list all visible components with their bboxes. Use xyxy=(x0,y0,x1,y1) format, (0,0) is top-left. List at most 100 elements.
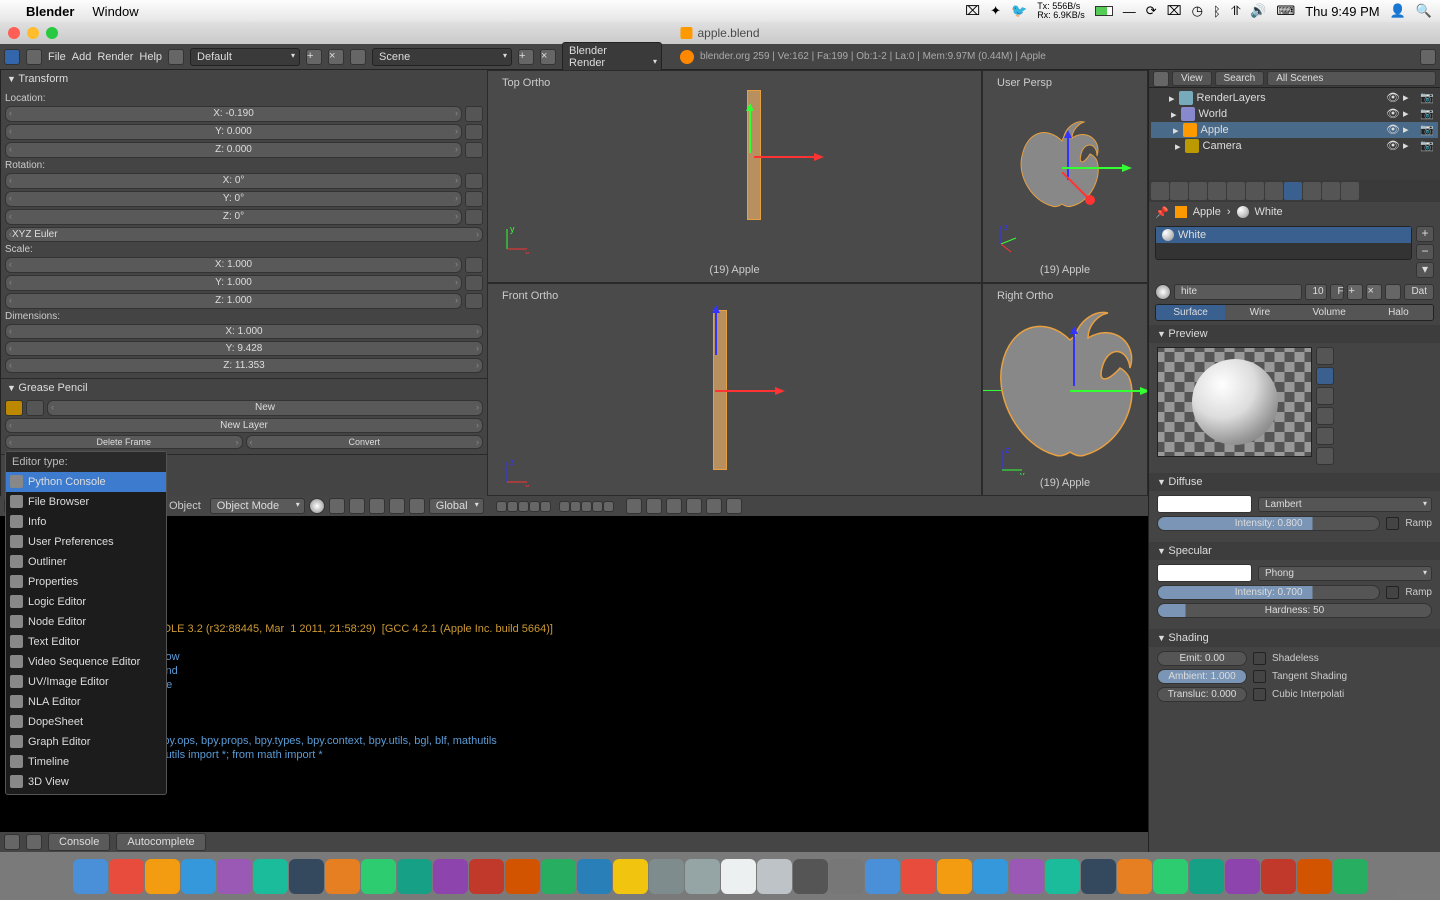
menu-render[interactable]: Render xyxy=(97,51,133,63)
zoom-button[interactable] xyxy=(46,27,58,39)
tangent-checkbox[interactable] xyxy=(1253,670,1266,683)
snap-icon[interactable] xyxy=(646,498,662,514)
dock-app-icon[interactable] xyxy=(649,859,684,894)
snap-type-icon[interactable] xyxy=(666,498,682,514)
fake-user-button[interactable]: F xyxy=(1330,284,1344,300)
menu-object[interactable]: Object xyxy=(164,500,206,512)
battery-icon[interactable] xyxy=(1095,6,1113,16)
outliner-row[interactable]: ▸Camera👁▸📷 xyxy=(1151,138,1438,154)
dim-z[interactable]: Z: 11.353 xyxy=(5,358,483,373)
minimize-button[interactable] xyxy=(27,27,39,39)
editor-type-item[interactable]: Node Editor xyxy=(6,612,166,632)
convert-button[interactable]: Convert xyxy=(246,435,484,449)
dim-y[interactable]: Y: 9.428 xyxy=(5,341,483,356)
dock-app-icon[interactable] xyxy=(253,859,288,894)
transform-panel-header[interactable]: Transform xyxy=(1,70,487,88)
shadeless-checkbox[interactable] xyxy=(1253,652,1266,665)
python-console[interactable]: PYTHON INTERACTIVE CONSOLE 3.2 (r32:8844… xyxy=(0,516,1148,832)
lock-icon[interactable] xyxy=(465,142,483,158)
constraints-tab-icon[interactable] xyxy=(1227,182,1245,200)
dock-app-icon[interactable] xyxy=(1297,859,1332,894)
scale-y[interactable]: Y: 1.000 xyxy=(5,275,462,291)
layer-button[interactable] xyxy=(570,501,581,512)
dock-app-icon[interactable] xyxy=(1009,859,1044,894)
preview-sphere-icon[interactable] xyxy=(1316,367,1334,385)
dock-app-icon[interactable] xyxy=(1153,859,1188,894)
dock-app-icon[interactable] xyxy=(109,859,144,894)
material-browse-icon[interactable] xyxy=(1155,284,1171,300)
sync-icon[interactable]: ⟳ xyxy=(1146,3,1157,19)
specular-intensity[interactable]: Intensity: 0.700 xyxy=(1157,585,1380,600)
material-specials-button[interactable]: ▾ xyxy=(1416,262,1434,278)
dock-app-icon[interactable] xyxy=(901,859,936,894)
dock-app-icon[interactable] xyxy=(937,859,972,894)
star-icon[interactable]: ✦ xyxy=(990,3,1001,19)
translucency-slider[interactable]: Transluc: 0.000 xyxy=(1157,687,1247,702)
dock-app-icon[interactable] xyxy=(181,859,216,894)
shading-panel-header[interactable]: Shading xyxy=(1149,629,1440,647)
remove-material-button[interactable]: − xyxy=(1416,244,1434,260)
bluetooth-icon[interactable]: ᛒ xyxy=(1213,4,1221,19)
render-still-icon[interactable] xyxy=(726,498,742,514)
pivot-icon[interactable] xyxy=(329,498,345,514)
dock-app-icon[interactable] xyxy=(433,859,468,894)
outliner-filter[interactable]: All Scenes xyxy=(1267,71,1436,86)
add-material-button[interactable]: + xyxy=(1416,226,1434,242)
dock-app-icon[interactable] xyxy=(865,859,900,894)
tab-surface[interactable]: Surface xyxy=(1156,305,1225,320)
preview-hair-icon[interactable] xyxy=(1316,427,1334,445)
layer-button[interactable] xyxy=(540,501,551,512)
dock-app-icon[interactable] xyxy=(613,859,648,894)
emit-slider[interactable]: Emit: 0.00 xyxy=(1157,651,1247,666)
menu-window[interactable]: Window xyxy=(92,4,138,19)
menu-help[interactable]: Help xyxy=(139,51,162,63)
dock-app-icon[interactable] xyxy=(973,859,1008,894)
nodes-icon[interactable] xyxy=(1385,284,1401,300)
menubar-icon[interactable]: — xyxy=(1123,4,1136,19)
editor-type-icon[interactable] xyxy=(1153,71,1169,87)
layout-browse-icon[interactable] xyxy=(168,49,184,65)
scene-tab-icon[interactable] xyxy=(1170,182,1188,200)
editor-type-item[interactable]: DopeSheet xyxy=(6,712,166,732)
console-prompt[interactable]: >>> xyxy=(6,776,1142,790)
lock-icon[interactable] xyxy=(465,209,483,225)
layer-button[interactable] xyxy=(603,501,614,512)
editor-type-item[interactable]: NLA Editor xyxy=(6,692,166,712)
editor-type-icon[interactable] xyxy=(4,834,20,850)
editor-type-item[interactable]: Info xyxy=(6,512,166,532)
editor-type-item[interactable]: Python Console xyxy=(6,472,166,492)
diffuse-intensity[interactable]: Intensity: 0.800 xyxy=(1157,516,1380,531)
scene-add-icon[interactable]: + xyxy=(518,49,534,65)
bird-icon[interactable]: 🐦 xyxy=(1011,3,1027,19)
pencil-icon[interactable] xyxy=(5,400,23,416)
scale-z[interactable]: Z: 1.000 xyxy=(5,293,462,309)
sound-icon[interactable]: 🔊 xyxy=(1250,3,1266,19)
display-icon[interactable]: ⌧ xyxy=(1167,3,1182,19)
preview-panel-header[interactable]: Preview xyxy=(1149,325,1440,343)
cubic-checkbox[interactable] xyxy=(1253,688,1266,701)
scene-del-icon[interactable]: × xyxy=(540,49,556,65)
dock-app-icon[interactable] xyxy=(541,859,576,894)
new-grease-button[interactable]: New xyxy=(47,400,483,416)
lock-icon[interactable] xyxy=(465,124,483,140)
menu-file[interactable]: File xyxy=(48,51,66,63)
editor-type-item[interactable]: Text Editor xyxy=(6,632,166,652)
scale-x[interactable]: X: 1.000 xyxy=(5,257,462,273)
outliner-view-menu[interactable]: View xyxy=(1172,71,1212,86)
dock-app-icon[interactable] xyxy=(1045,859,1080,894)
dock-app-icon[interactable] xyxy=(1333,859,1368,894)
dock-app-icon[interactable] xyxy=(325,859,360,894)
modifiers-tab-icon[interactable] xyxy=(1246,182,1264,200)
editor-type-item[interactable]: Video Sequence Editor xyxy=(6,652,166,672)
layer-button[interactable] xyxy=(507,501,518,512)
loc-z[interactable]: Z: 0.000 xyxy=(5,142,462,158)
dock-app-icon[interactable] xyxy=(1081,859,1116,894)
hardness-slider[interactable]: Hardness: 50 xyxy=(1157,603,1432,618)
diffuse-shader-dropdown[interactable]: Lambert xyxy=(1258,497,1432,512)
time-machine-icon[interactable]: ◷ xyxy=(1192,3,1203,19)
editor-type-item[interactable]: Outliner xyxy=(6,552,166,572)
dock-app-icon[interactable] xyxy=(217,859,252,894)
menu-add[interactable]: Add xyxy=(72,51,92,63)
layout-del-icon[interactable]: × xyxy=(328,49,344,65)
dock-app-icon[interactable] xyxy=(577,859,612,894)
